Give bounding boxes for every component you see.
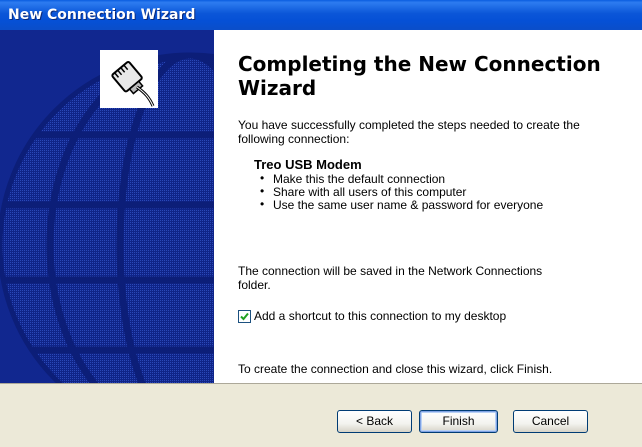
wizard-content: Completing the New Connection Wizard You… bbox=[214, 30, 642, 383]
cancel-button[interactable]: Cancel bbox=[513, 410, 588, 433]
desktop-shortcut-label[interactable]: Add a shortcut to this connection to my … bbox=[254, 309, 506, 323]
connection-options-list: Make this the default connection Share w… bbox=[260, 172, 620, 212]
finish-instruction: To create the connection and close this … bbox=[238, 362, 553, 376]
page-title: Completing the New Connection Wizard bbox=[238, 52, 601, 100]
button-bar: < Back Finish Cancel bbox=[0, 383, 642, 447]
checkmark-icon bbox=[240, 312, 249, 320]
desktop-shortcut-option[interactable]: Add a shortcut to this connection to my … bbox=[238, 308, 506, 324]
desktop-shortcut-checkbox[interactable] bbox=[238, 309, 251, 323]
connection-name: Treo USB Modem bbox=[254, 157, 362, 172]
wizard-window: New Connection Wizard Completing the New… bbox=[0, 0, 642, 447]
back-button[interactable]: < Back bbox=[337, 410, 412, 433]
wizard-side-panel bbox=[0, 30, 214, 383]
saved-location-note: The connection will be saved in the Netw… bbox=[238, 264, 543, 292]
title-bar[interactable]: New Connection Wizard bbox=[0, 0, 642, 30]
list-item: Use the same user name & password for ev… bbox=[260, 198, 620, 212]
network-cable-icon bbox=[100, 50, 158, 108]
intro-text: You have successfully completed the step… bbox=[238, 118, 580, 146]
finish-button[interactable]: Finish bbox=[419, 410, 498, 433]
window-title: New Connection Wizard bbox=[8, 7, 196, 23]
